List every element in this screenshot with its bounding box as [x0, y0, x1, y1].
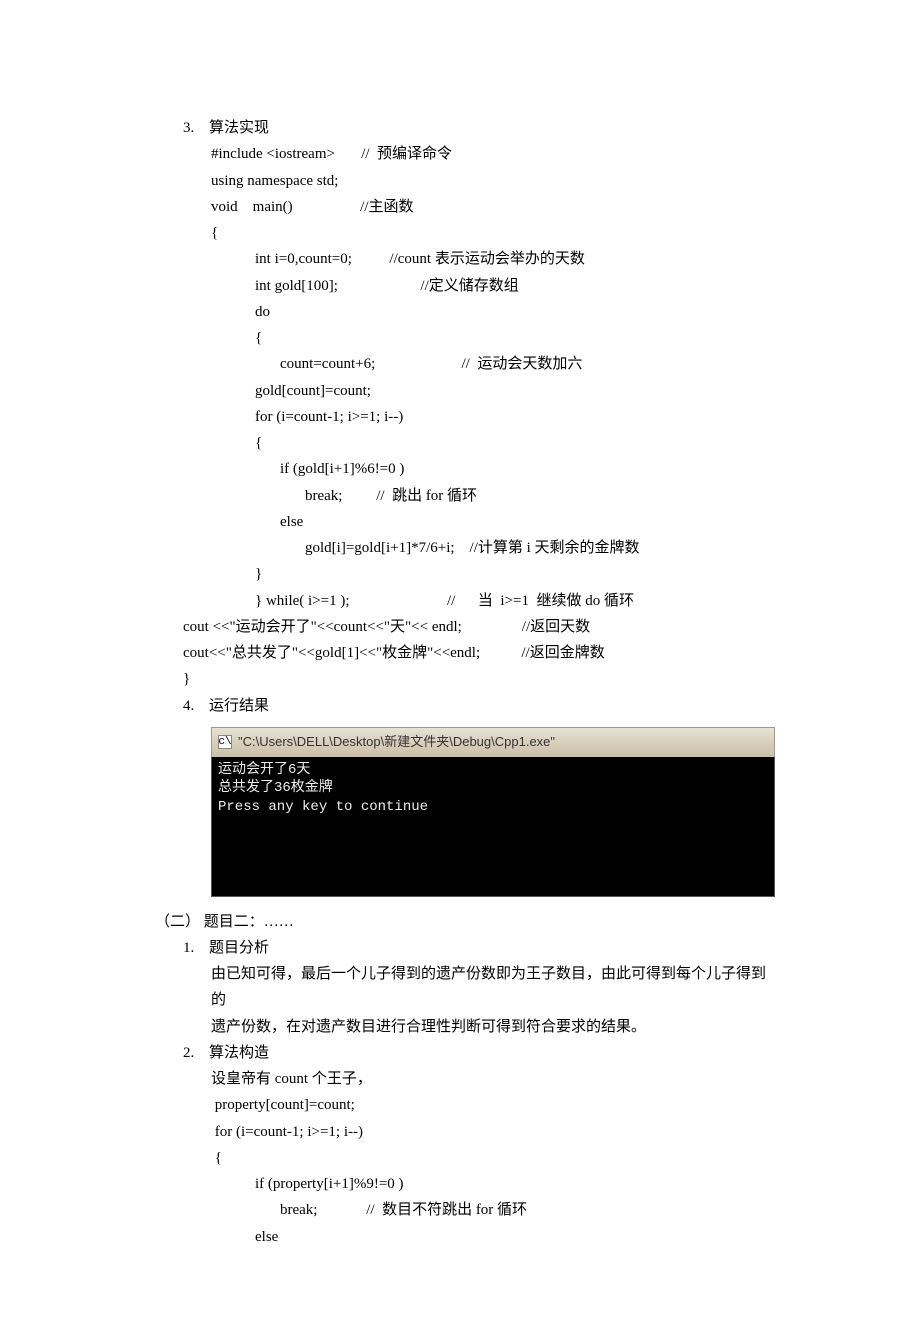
section-title: 算法构造: [209, 1045, 269, 1061]
code-line: int i=0,count=0; //count 表示运动会举办的天数: [255, 246, 780, 272]
section-2-header: 2.算法构造: [183, 1040, 780, 1066]
code-line: if (gold[i+1]%6!=0 ): [280, 456, 780, 482]
code-line: else: [280, 509, 780, 535]
code-line: cout<<"总共发了"<<gold[1]<<"枚金牌"<<endl; //返回…: [183, 640, 780, 666]
section-number: 3.: [183, 115, 209, 141]
section-4-header: 4.运行结果: [183, 693, 780, 719]
code-line: } while( i>=1 ); // 当 i>=1 继续做 do 循环: [255, 588, 780, 614]
code-line: property[count]=count;: [211, 1092, 780, 1118]
code-line: do: [255, 299, 780, 325]
section-number: 2.: [183, 1040, 209, 1066]
section-two-header: （二） 题目二：……: [155, 909, 780, 935]
code-line: }: [183, 666, 780, 692]
code-line: 设皇帝有 count 个王子，: [211, 1066, 780, 1092]
section-3-header: 3.算法实现: [183, 115, 780, 141]
section-title: 算法实现: [209, 120, 269, 136]
console-title: "C:\Users\DELL\Desktop\新建文件夹\Debug\Cpp1.…: [238, 731, 555, 754]
code-line: break; // 跳出 for 循环: [305, 483, 780, 509]
section-title: 运行结果: [209, 698, 269, 714]
code-line: cout <<"运动会开了"<<count<<"天"<< endl; //返回天…: [183, 614, 780, 640]
section-number: 4.: [183, 693, 209, 719]
code-line: }: [255, 561, 780, 587]
code-line: int gold[100]; //定义储存数组: [255, 273, 780, 299]
code-line: count=count+6; // 运动会天数加六: [280, 351, 780, 377]
code-line: {: [211, 1145, 780, 1171]
code-line: gold[i]=gold[i+1]*7/6+i; //计算第 i 天剩余的金牌数: [305, 535, 780, 561]
console-line: 总共发了36枚金牌: [218, 780, 333, 796]
console-line: 运动会开了6天: [218, 762, 310, 778]
code-line: gold[count]=count;: [255, 378, 780, 404]
code-line: {: [255, 430, 780, 456]
code-line: void main() //主函数: [211, 194, 780, 220]
code-line: #include <iostream> // 预编译命令: [211, 141, 780, 167]
console-icon: c\: [218, 735, 232, 749]
code-line: {: [255, 325, 780, 351]
console-window: c\ "C:\Users\DELL\Desktop\新建文件夹\Debug\Cp…: [211, 727, 775, 897]
code-line: using namespace std;: [211, 168, 780, 194]
console-line: Press any key to continue: [218, 799, 428, 815]
code-line: else: [255, 1224, 780, 1250]
console-output: 运动会开了6天 总共发了36枚金牌 Press any key to conti…: [211, 757, 775, 897]
body-text: 由已知可得，最后一个儿子得到的遗产份数即为王子数目，由此可得到每个儿子得到的: [211, 961, 780, 1014]
body-text: 遗产份数，在对遗产数目进行合理性判断可得到符合要求的结果。: [211, 1014, 780, 1040]
code-line: {: [211, 220, 780, 246]
section-number: 1.: [183, 935, 209, 961]
section-title: 题目分析: [209, 940, 269, 956]
code-line: break; // 数目不符跳出 for 循环: [280, 1197, 780, 1223]
code-line: for (i=count-1; i>=1; i--): [255, 404, 780, 430]
console-titlebar: c\ "C:\Users\DELL\Desktop\新建文件夹\Debug\Cp…: [211, 727, 775, 757]
code-line: if (property[i+1]%9!=0 ): [255, 1171, 780, 1197]
code-line: for (i=count-1; i>=1; i--): [211, 1119, 780, 1145]
section-1-header: 1.题目分析: [183, 935, 780, 961]
